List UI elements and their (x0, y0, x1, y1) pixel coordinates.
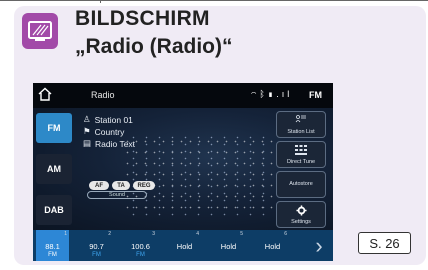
page-title: BILDSCHIRM (75, 7, 210, 30)
direct-tune-label: Direct Tune (286, 159, 316, 165)
signal-icon: .ıl (276, 89, 293, 99)
preset-band: FM (92, 252, 101, 258)
flag-icon: ⚑ (83, 126, 91, 136)
home-icon[interactable] (37, 86, 53, 107)
preset-frequency: Hold (176, 242, 193, 251)
preset-frequency: Hold (264, 242, 281, 251)
preset-1[interactable]: 1 88.1 FM (36, 230, 69, 261)
preset-number: 3 (152, 231, 155, 237)
af-badge: AF (89, 181, 109, 190)
preset-frequency: Hold (220, 242, 237, 251)
preset-5[interactable]: 5 Hold (212, 230, 245, 261)
preset-4[interactable]: 4 Hold (168, 230, 201, 261)
preset-number: 6 (284, 231, 287, 237)
radio-text-row: ▤ Radio Text (83, 138, 135, 149)
radio-text: Radio Text (95, 138, 136, 149)
preset-6[interactable]: 6 Hold (256, 230, 289, 261)
preset-frequency: 88.1 (45, 242, 60, 251)
page-subtitle: „Radio (Radio)“ (75, 35, 233, 58)
autostore-label: Autostore (289, 181, 313, 187)
background-stars (123, 136, 273, 216)
preset-3[interactable]: 3 100.6 FM (124, 230, 157, 261)
status-icons: ◠ᛒ▮.ıl (251, 89, 292, 99)
station-name: Station 01 (94, 114, 133, 125)
chevron-right-icon[interactable]: › (305, 230, 333, 261)
autostore-button[interactable]: Autostore (276, 171, 326, 198)
settings-button[interactable]: Settings (276, 201, 326, 228)
station-list-icon (277, 115, 325, 126)
screen-icon (22, 13, 58, 49)
sound-button[interactable]: Sound (87, 191, 147, 199)
band-dab-button[interactable]: DAB (36, 195, 72, 225)
ta-badge: TA (112, 181, 130, 190)
band-fm-button[interactable]: FM (36, 113, 72, 143)
station-list-button[interactable]: Station List (276, 111, 326, 138)
preset-2[interactable]: 2 90.7 FM (80, 230, 113, 261)
station-list-label: Station List (287, 129, 315, 135)
bluetooth-icon: ᛒ (259, 89, 268, 99)
gear-icon (277, 205, 325, 218)
phone-icon: ▮ (267, 89, 277, 99)
preset-number: 4 (196, 231, 199, 237)
status-title: Radio (91, 90, 115, 100)
country-name: Country (94, 126, 125, 137)
radio-screen: Radio ◠ᛒ▮.ıl FM FM AM DAB ♙ Station 01 ⚑… (33, 83, 333, 261)
preset-number: 5 (240, 231, 243, 237)
person-icon: ♙ (83, 114, 91, 124)
settings-label: Settings (291, 219, 311, 225)
status-band: FM (309, 90, 322, 100)
preset-band: FM (48, 252, 57, 258)
preset-number: 1 (64, 231, 67, 237)
text-icon: ▤ (83, 138, 92, 148)
keypad-icon (277, 145, 325, 157)
station-row: ♙ Station 01 (83, 114, 133, 125)
direct-tune-button[interactable]: Direct Tune (276, 141, 326, 168)
country-row: ⚑ Country (83, 126, 124, 137)
status-bar: Radio ◠ᛒ▮.ıl FM (33, 83, 333, 108)
preset-number: 2 (108, 231, 111, 237)
preset-band: FM (136, 252, 145, 258)
radio-content: FM AM DAB ♙ Station 01 ⚑ Country ▤ Radio… (33, 108, 333, 230)
reg-badge: REG (133, 181, 155, 190)
preset-frequency: 90.7 (89, 242, 104, 251)
preset-frequency: 100.6 (131, 242, 150, 251)
page-reference: S. 26 (358, 232, 411, 254)
preset-bar: 1 88.1 FM 2 90.7 FM 3 100.6 FM 4 Hold 5 … (33, 230, 333, 261)
band-am-button[interactable]: AM (36, 154, 72, 184)
